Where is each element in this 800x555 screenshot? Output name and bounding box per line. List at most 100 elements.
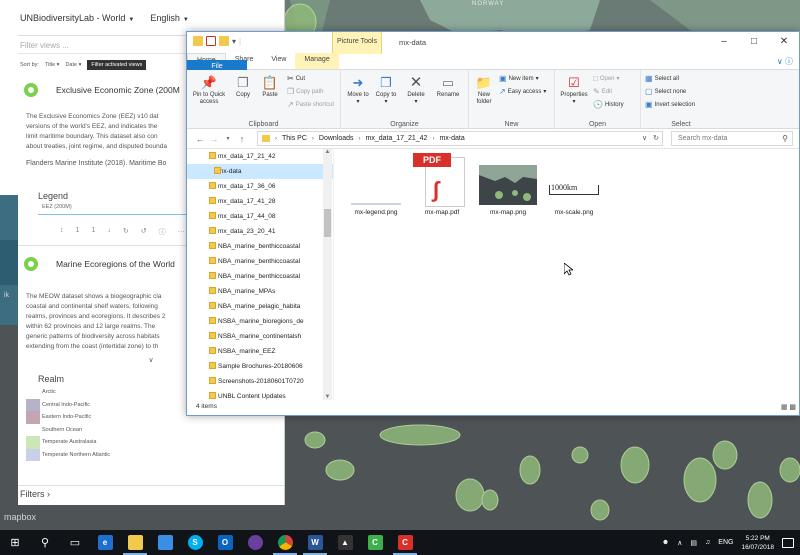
sort-date-dropdown[interactable]: Date ▾	[65, 62, 81, 68]
network-icon[interactable]: ▤	[690, 539, 697, 547]
nav-folder-item[interactable]: mx_data_17_36_06	[187, 179, 333, 194]
nav-folder-item[interactable]: NBA_marine_benthiccoastal	[187, 239, 333, 254]
copy-to-button[interactable]: ❐ Copy to ▾	[373, 74, 399, 106]
taskbar-chrome[interactable]	[270, 530, 300, 555]
taskbar-recorder[interactable]: C	[390, 530, 420, 555]
task-view-button[interactable]: ▭	[60, 530, 90, 555]
move-to-button[interactable]: ➜ Move to ▾	[345, 74, 371, 106]
order-down-icon[interactable]: 1	[91, 227, 95, 237]
edit-button[interactable]: ✎ Edit	[593, 87, 612, 96]
window-title-bar[interactable]: ▾ | Picture Tools mx-data – □ ✕	[187, 32, 799, 54]
forward-arrow-icon[interactable]: →	[207, 134, 221, 144]
refresh-icon[interactable]: ↻	[653, 134, 659, 142]
info-icon[interactable]: ⓘ	[159, 227, 166, 237]
nav-folder-item-selected[interactable]: mx-data	[187, 164, 333, 179]
refresh-icon[interactable]: ↻	[123, 227, 129, 237]
taskbar-app-purple[interactable]	[240, 530, 270, 555]
language-dropdown[interactable]: English ▼	[150, 13, 188, 23]
file-list-pane[interactable]: mx-legend.png ∫ PDF mx-map.pdf mx-map.pn…	[334, 149, 799, 400]
new-item-button[interactable]: ▣ New item ▾	[499, 74, 539, 83]
paste-button[interactable]: 📋 Paste	[257, 74, 283, 99]
taskbar-photos[interactable]: ▲	[330, 530, 360, 555]
new-folder-icon[interactable]	[219, 36, 229, 46]
map-zoom-control[interactable]: ik	[4, 292, 9, 299]
nav-folder-item[interactable]: mx_data_17_41_28	[187, 194, 333, 209]
clock[interactable]: 5:22 PM 16/07/2018	[741, 534, 774, 552]
search-input[interactable]: Search mx-data ⚲	[671, 131, 793, 146]
maximize-button[interactable]: □	[739, 32, 769, 54]
sort-title-dropdown[interactable]: Title ▾	[45, 62, 59, 68]
taskbar-camtasia[interactable]: C	[360, 530, 390, 555]
chevron-down-icon[interactable]: ∨	[642, 134, 647, 142]
layer-toggle-icon[interactable]	[24, 83, 38, 97]
properties-icon[interactable]	[206, 36, 216, 46]
nav-folder-item[interactable]: Screenshots-20180601T0720	[187, 374, 333, 389]
view-toggle-icons[interactable]: ▦ ▩	[781, 403, 796, 411]
minimize-button[interactable]: –	[709, 32, 739, 54]
search-button[interactable]: ⚲	[30, 530, 60, 555]
tab-manage[interactable]: Manage	[295, 53, 339, 69]
file-item[interactable]: mx-map.png	[478, 155, 538, 216]
filters-toggle[interactable]: Filters ›	[18, 485, 284, 505]
app-name-dropdown[interactable]: UNBiodiversityLab - World ▼	[20, 13, 134, 23]
taskbar-word[interactable]: W	[300, 530, 330, 555]
nav-folder-item[interactable]: mx_data_23_20_41	[187, 224, 333, 239]
nav-folder-item[interactable]: Sample Brochures-20180606	[187, 359, 333, 374]
layer-title[interactable]: Exclusive Economic Zone (200M	[56, 85, 180, 95]
ribbon-help-icon[interactable]: ∨ ⓘ	[777, 56, 793, 67]
recent-locations-icon[interactable]: ▾	[221, 135, 235, 142]
volume-icon[interactable]: ♫	[705, 539, 710, 546]
select-all-button[interactable]: ▦ Select all	[645, 74, 679, 83]
nav-folder-item[interactable]: NBA_marine_MPAs	[187, 284, 333, 299]
scroll-down-icon[interactable]: ▼	[323, 394, 332, 400]
new-folder-button[interactable]: 📁 New folder	[471, 74, 497, 106]
select-none-button[interactable]: ▢ Select none	[645, 87, 686, 96]
cut-button[interactable]: ✂ Cut	[287, 74, 305, 83]
nav-folder-item[interactable]: NSBA_marine_continentalsh	[187, 329, 333, 344]
nav-folder-item[interactable]: NBA_marine_benthiccoastal	[187, 269, 333, 284]
breadcrumb-item[interactable]: This PC	[282, 135, 307, 142]
copy-button[interactable]: ❐ Copy	[231, 74, 255, 99]
file-item[interactable]: ∫ PDF mx-map.pdf	[412, 153, 472, 216]
input-language[interactable]: ENG	[718, 539, 733, 546]
easy-access-button[interactable]: ↗ Easy access ▾	[499, 87, 546, 96]
layer-toggle-icon[interactable]	[24, 257, 38, 271]
file-item[interactable]: mx-legend.png	[346, 155, 406, 216]
start-button[interactable]: ⊞	[0, 530, 30, 555]
notification-center-icon[interactable]	[782, 537, 794, 548]
undo-icon[interactable]: ↺	[141, 227, 147, 237]
order-up-icon[interactable]: 1	[76, 227, 80, 237]
show-hidden-icons[interactable]: ∧	[677, 539, 682, 547]
delete-button[interactable]: ✕ Delete ▾	[403, 74, 429, 106]
breadcrumb-item[interactable]: Downloads	[319, 135, 354, 142]
download-icon[interactable]: ↓	[107, 227, 111, 237]
invert-selection-button[interactable]: ▣ Invert selection	[645, 100, 695, 109]
taskbar-store[interactable]	[150, 530, 180, 555]
taskbar-outlook[interactable]: O	[210, 530, 240, 555]
layer-title[interactable]: Marine Ecoregions of the World	[56, 259, 175, 269]
nav-folder-item[interactable]: NBA_marine_pelagic_habita	[187, 299, 333, 314]
breadcrumb-item[interactable]: mx_data_17_21_42	[366, 135, 428, 142]
rename-button[interactable]: ▭ Rename	[433, 74, 463, 99]
taskbar-edge[interactable]: e	[90, 530, 120, 555]
properties-button[interactable]: ☑ Properties ▾	[557, 74, 591, 106]
nav-folder-item[interactable]: mx_data_17_21_42	[187, 149, 333, 164]
nav-folder-item[interactable]: NSBA_marine_EEZ	[187, 344, 333, 359]
nav-scroll-thumb[interactable]	[324, 209, 331, 237]
taskbar-file-explorer[interactable]	[120, 530, 150, 555]
scroll-up-icon[interactable]: ▲	[323, 149, 332, 155]
map-side-panel-toggle-active[interactable]	[0, 240, 18, 285]
filter-activated-button[interactable]: Filter activated views	[87, 60, 147, 70]
nav-folder-item[interactable]: NSBA_marine_bioregions_de	[187, 314, 333, 329]
more-icon[interactable]: …	[178, 227, 185, 237]
open-button[interactable]: □ Open ▾	[593, 74, 620, 83]
customize-qat-icon[interactable]: ▾	[232, 37, 236, 46]
nav-folder-item[interactable]: UNBL Content Updates	[187, 389, 333, 400]
nav-folder-item[interactable]: NBA_marine_benthiccoastal	[187, 254, 333, 269]
up-arrow-icon[interactable]: ↑	[235, 134, 249, 144]
pin-quick-access-button[interactable]: 📌 Pin to Quick access	[189, 74, 229, 106]
copy-path-button[interactable]: ❐ Copy path	[287, 87, 324, 96]
taskbar-skype[interactable]: S	[180, 530, 210, 555]
address-bar[interactable]: › This PC › Downloads › mx_data_17_21_42…	[257, 131, 663, 146]
back-arrow-icon[interactable]: ←	[193, 134, 207, 144]
